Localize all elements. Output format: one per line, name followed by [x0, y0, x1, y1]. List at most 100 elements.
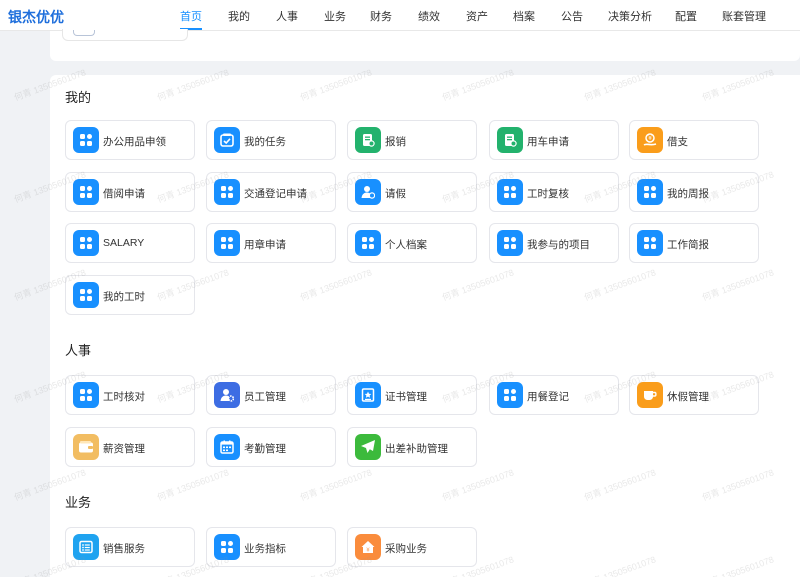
app-card[interactable]: 薪资管理: [65, 427, 195, 467]
grid-icon: [73, 127, 99, 153]
app-card-label: 用车申请: [527, 136, 569, 148]
task-icon: [214, 127, 240, 153]
app-logo[interactable]: 银杰优优: [8, 7, 64, 27]
app-card[interactable]: 出差补助管理: [347, 427, 477, 467]
app-card-label: 薪资管理: [103, 443, 145, 455]
grid-icon: [73, 282, 99, 308]
grid-icon: [214, 179, 240, 205]
app-card-label: 员工管理: [244, 391, 286, 403]
app-card-label: 我的任务: [244, 136, 286, 148]
app-card[interactable]: SALARY: [65, 223, 195, 263]
app-card[interactable]: 休假管理: [629, 375, 759, 415]
app-card[interactable]: 个人档案: [347, 223, 477, 263]
nav-item-3[interactable]: 业务: [324, 8, 346, 24]
wallet-icon: [73, 434, 99, 460]
app-card[interactable]: 我的任务: [206, 120, 336, 160]
nav-item-0[interactable]: 首页: [180, 8, 202, 24]
app-card[interactable]: ¥ 采购业务: [347, 527, 477, 567]
previous-card[interactable]: [62, 29, 188, 41]
grid-icon: [73, 179, 99, 205]
app-card-label: 借阅申请: [103, 188, 145, 200]
nav-item-6[interactable]: 资产: [466, 8, 488, 24]
app-card[interactable]: 员工管理: [206, 375, 336, 415]
previous-panel: [50, 29, 800, 61]
app-card-label: 工时复核: [527, 188, 569, 200]
section-title: 人事: [65, 343, 92, 358]
app-card-label: 业务指标: [244, 543, 286, 555]
hand-money-icon: ¥: [637, 127, 663, 153]
app-card[interactable]: 用餐登记: [489, 375, 619, 415]
grid-icon: [214, 534, 240, 560]
app-card[interactable]: 业务指标: [206, 527, 336, 567]
grid-icon: [73, 230, 99, 256]
svg-text:¥: ¥: [648, 135, 652, 142]
app-card-label: 销售服务: [103, 543, 145, 555]
app-card[interactable]: 用车申请: [489, 120, 619, 160]
app-card[interactable]: 我参与的项目: [489, 223, 619, 263]
app-card[interactable]: 工作简报: [629, 223, 759, 263]
grid-icon: [73, 382, 99, 408]
grid-icon: [637, 230, 663, 256]
nav-item-4[interactable]: 财务: [370, 8, 392, 24]
top-navbar: 银杰优优 首页 我的 人事 业务 财务 绩效 资产 档案 公告 决策分析 配置 账套管理: [0, 0, 800, 31]
app-card-label: 出差补助管理: [385, 443, 448, 455]
app-card-label: 办公用品申领: [103, 136, 166, 148]
app-card-label: 我的工时: [103, 291, 145, 303]
nav-item-9[interactable]: 决策分析: [608, 8, 652, 24]
section-title: 我的: [65, 90, 92, 105]
receipt-icon: [355, 127, 381, 153]
grid-icon: [214, 230, 240, 256]
app-card-label: 考勤管理: [244, 443, 286, 455]
app-card-label: 用餐登记: [527, 391, 569, 403]
app-card[interactable]: 我的工时: [65, 275, 195, 315]
app-card[interactable]: 用章申请: [206, 223, 336, 263]
app-card[interactable]: 办公用品申领: [65, 120, 195, 160]
coffee-icon: [637, 382, 663, 408]
app-card-label: 个人档案: [385, 239, 427, 251]
person-clock-icon: [355, 179, 381, 205]
app-card-label: 报销: [385, 136, 406, 148]
certificate-icon: [355, 382, 381, 408]
app-card-label: 工作简报: [667, 239, 709, 251]
app-card-label: 我的周报: [667, 188, 709, 200]
app-card[interactable]: 证书管理: [347, 375, 477, 415]
app-card-label: 休假管理: [667, 391, 709, 403]
person-gear-icon: [214, 382, 240, 408]
app-card[interactable]: 报销: [347, 120, 477, 160]
app-card[interactable]: 请假: [347, 172, 477, 212]
calendar-icon: [214, 434, 240, 460]
app-card-label: 交通登记申请: [244, 188, 307, 200]
nav-item-2[interactable]: 人事: [276, 8, 298, 24]
plane-icon: [355, 434, 381, 460]
nav-item-1[interactable]: 我的: [228, 8, 250, 24]
app-card-label: 我参与的项目: [527, 239, 590, 251]
app-card[interactable]: 考勤管理: [206, 427, 336, 467]
grid-icon: [497, 230, 523, 256]
app-card-label: 借支: [667, 136, 688, 148]
grid-icon: [637, 179, 663, 205]
section-title: 业务: [65, 495, 92, 510]
app-card[interactable]: 我的周报: [629, 172, 759, 212]
app-card[interactable]: 借阅申请: [65, 172, 195, 212]
nav-item-11[interactable]: 账套管理: [722, 8, 766, 24]
app-card[interactable]: ¥ 借支: [629, 120, 759, 160]
previous-card-pill: [73, 30, 95, 36]
grid-icon: [355, 230, 381, 256]
app-card[interactable]: 工时复核: [489, 172, 619, 212]
receipt-icon: [497, 127, 523, 153]
nav-item-7[interactable]: 档案: [513, 8, 535, 24]
app-card-label: 证书管理: [385, 391, 427, 403]
app-card-label: 用章申请: [244, 239, 286, 251]
app-card[interactable]: 销售服务: [65, 527, 195, 567]
nav-item-5[interactable]: 绩效: [418, 8, 440, 24]
app-card-label: 采购业务: [385, 543, 427, 555]
nav-item-10[interactable]: 配置: [675, 8, 697, 24]
app-card[interactable]: 交通登记申请: [206, 172, 336, 212]
nav-item-8[interactable]: 公告: [561, 8, 583, 24]
app-card-label: 请假: [385, 188, 406, 200]
grid-icon: [497, 382, 523, 408]
app-card[interactable]: 工时核对: [65, 375, 195, 415]
app-card-label: SALARY: [103, 237, 145, 249]
grid-icon: [497, 179, 523, 205]
svg-text:¥: ¥: [366, 548, 370, 554]
